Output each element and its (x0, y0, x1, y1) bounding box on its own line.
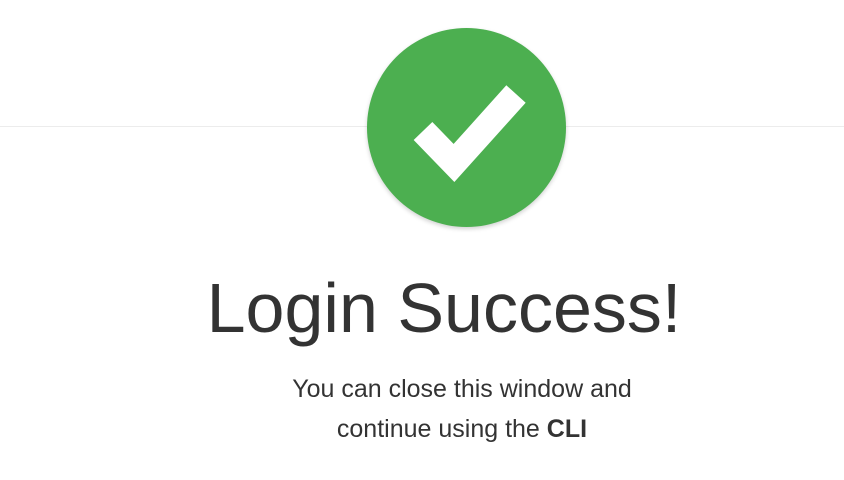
page-title: Login Success! (206, 269, 682, 347)
status-message: You can close this window and continue u… (0, 369, 844, 449)
message-line-1: You can close this window and (292, 375, 632, 403)
login-success-page: Login Success! You can close this window… (0, 0, 844, 480)
checkmark-circle-icon (367, 28, 566, 227)
checkmark-icon (413, 85, 526, 183)
cli-label: CLI (546, 415, 588, 443)
message-line-2-prefix: continue using the (336, 415, 547, 443)
